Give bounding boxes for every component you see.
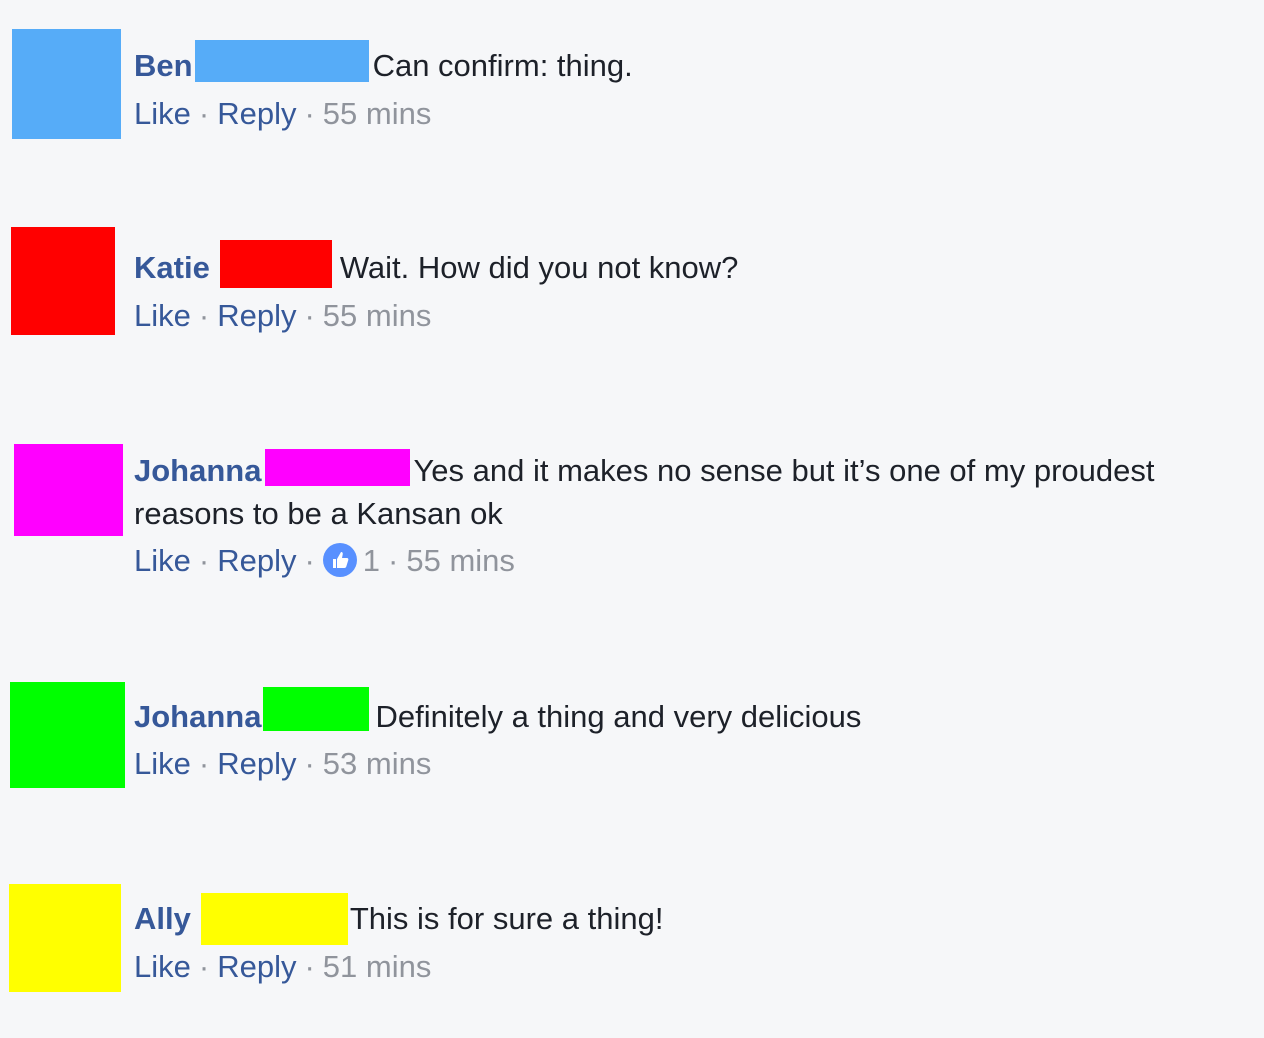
redacted-name-block <box>263 687 370 731</box>
reply-link[interactable]: Reply <box>217 96 296 131</box>
reply-link[interactable]: Reply <box>217 746 296 781</box>
comment-body: Johanna Definitely a thing and very delic… <box>134 687 862 738</box>
reply-link[interactable]: Reply <box>217 298 296 333</box>
avatar[interactable] <box>11 227 115 335</box>
separator-dot: · <box>198 298 210 333</box>
comment-body: Ally This is for sure a thing! <box>134 893 664 945</box>
author-name[interactable]: Katie <box>134 250 210 285</box>
author-name[interactable]: Ben <box>134 48 193 83</box>
avatar[interactable] <box>12 29 121 139</box>
reaction-count[interactable]: 1 <box>363 543 380 578</box>
comment-text-line2: reasons to be a Kansan ok <box>134 496 503 531</box>
comment-text: Can confirm: thing. <box>372 48 633 83</box>
avatar[interactable] <box>10 682 125 788</box>
comment-actions: Like · Reply · 1 · 55 mins <box>134 541 515 581</box>
avatar[interactable] <box>9 884 121 992</box>
timestamp[interactable]: 55 mins <box>406 543 515 578</box>
redacted-name-block <box>194 40 369 82</box>
redacted-name-block <box>265 449 411 486</box>
redacted-name-block <box>219 240 332 288</box>
comment-body: Katie Wait. How did you not know? <box>134 240 739 289</box>
separator-dot: · <box>304 96 315 131</box>
like-link[interactable]: Like <box>134 298 191 333</box>
comment-body: Ben Can confirm: thing. <box>134 40 633 87</box>
separator-dot: · <box>304 298 315 333</box>
comment-body: Johanna Yes and it makes no sense but it’… <box>134 449 1154 535</box>
reply-link[interactable]: Reply <box>217 949 296 984</box>
like-reaction-icon[interactable] <box>322 543 357 577</box>
separator-dot: · <box>198 746 210 781</box>
author-name[interactable]: Ally <box>134 901 191 936</box>
redacted-name-block <box>200 893 348 945</box>
comment-text: Wait. How did you not know? <box>339 250 739 285</box>
like-link[interactable]: Like <box>134 746 191 781</box>
comment-actions: Like · Reply · 51 mins <box>134 947 431 987</box>
reply-link[interactable]: Reply <box>217 543 296 578</box>
timestamp[interactable]: 51 mins <box>323 949 432 984</box>
separator-dot: · <box>304 746 315 781</box>
comment-actions: Like · Reply · 53 mins <box>134 744 431 784</box>
separator-dot: · <box>198 96 210 131</box>
comment-actions: Like · Reply · 55 mins <box>134 296 431 336</box>
comment-text: Definitely a thing and very delicious <box>375 699 862 734</box>
separator-dot: · <box>198 949 210 984</box>
like-link[interactable]: Like <box>134 543 191 578</box>
timestamp[interactable]: 55 mins <box>323 96 432 131</box>
timestamp[interactable]: 55 mins <box>323 298 432 333</box>
separator-dot: · <box>304 543 315 578</box>
separator-dot: · <box>198 543 210 578</box>
comment-text: This is for sure a thing! <box>349 901 664 936</box>
comment-text: Yes and it makes no sense but it’s one o… <box>413 453 1155 488</box>
like-link[interactable]: Like <box>134 96 191 131</box>
avatar[interactable] <box>14 444 123 536</box>
timestamp[interactable]: 53 mins <box>323 746 432 781</box>
separator-dot: · <box>304 949 315 984</box>
separator-dot: · <box>388 543 399 578</box>
like-link[interactable]: Like <box>134 949 191 984</box>
author-name[interactable]: Johanna <box>134 453 261 488</box>
author-name[interactable]: Johanna <box>134 699 261 734</box>
comment-actions: Like · Reply · 55 mins <box>134 94 431 134</box>
